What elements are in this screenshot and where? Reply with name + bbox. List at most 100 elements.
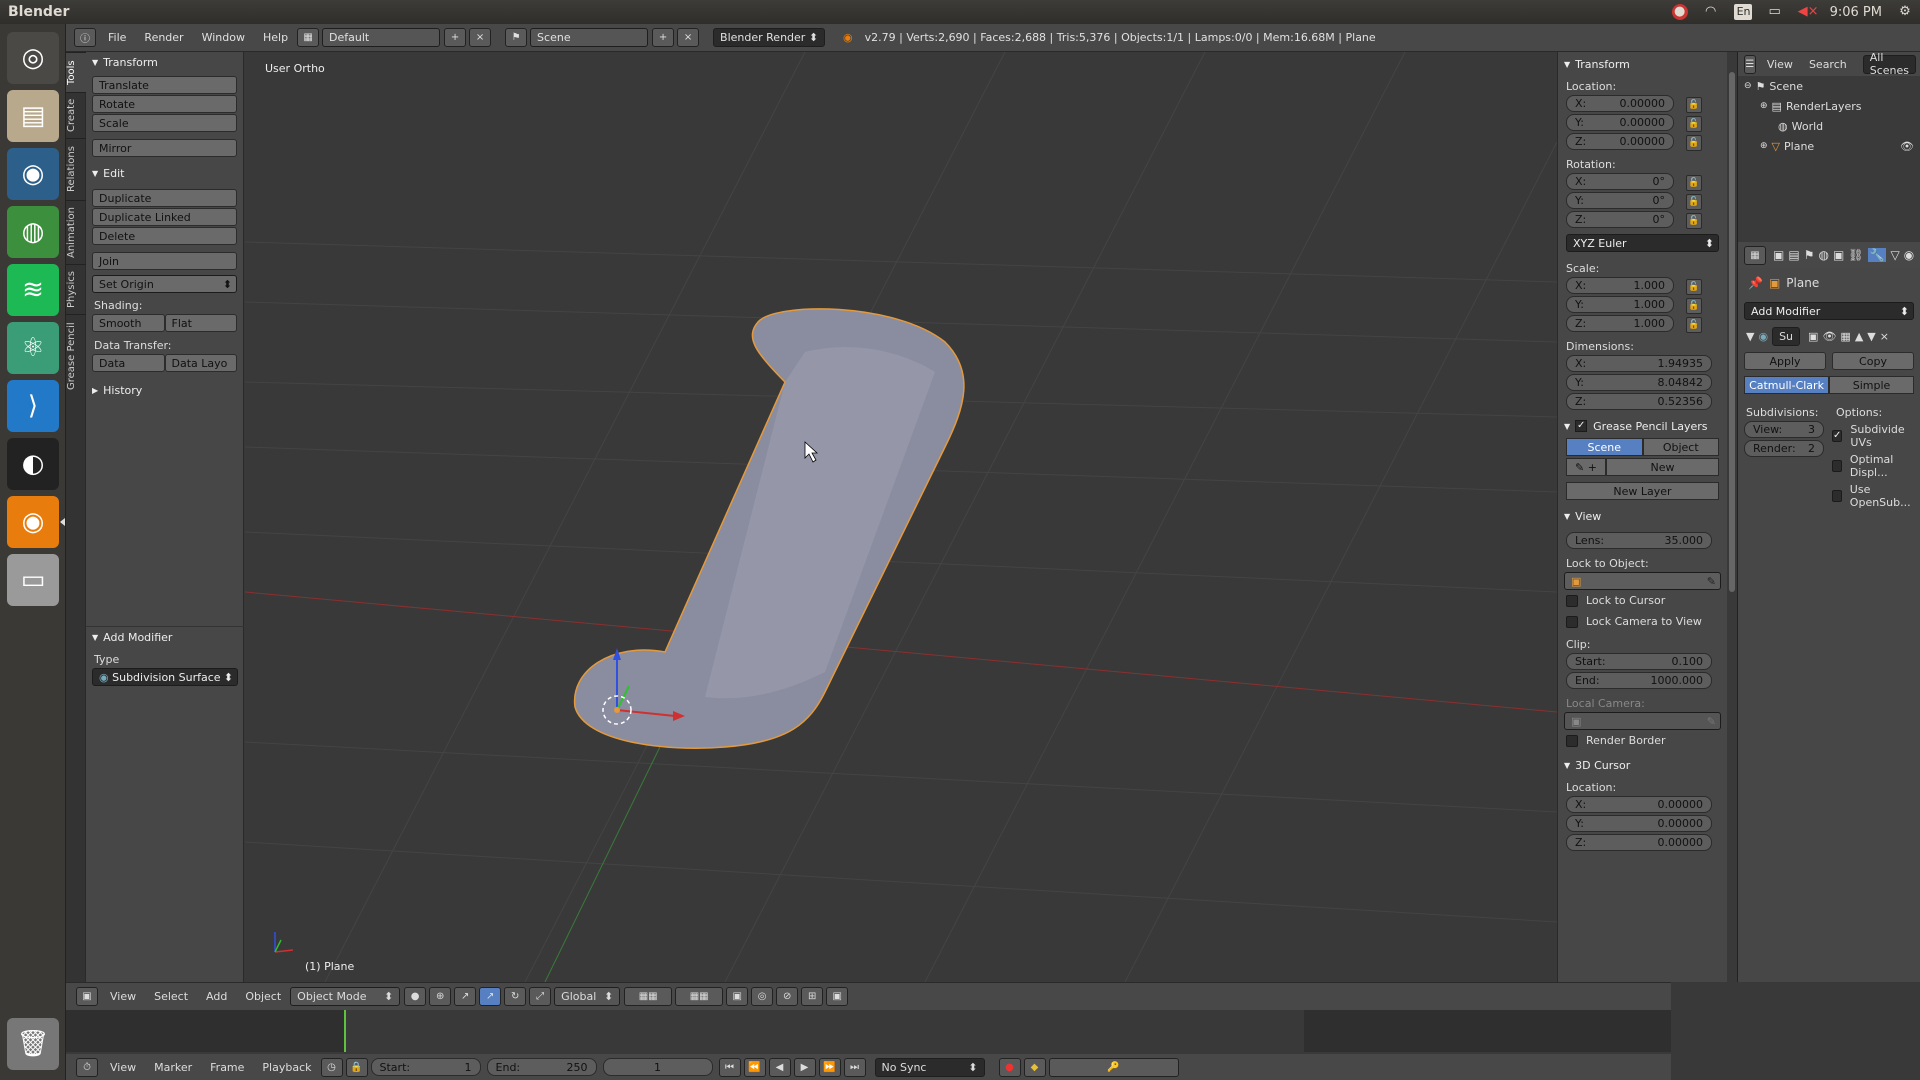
- chrome-dev-icon[interactable]: ●: [1671, 4, 1688, 20]
- keying-set-icon[interactable]: 🔑: [1048, 1057, 1179, 1077]
- lock-icon[interactable]: 🔓: [1686, 96, 1702, 113]
- spotify-icon[interactable]: ≋: [7, 264, 59, 316]
- render-toggle-icon[interactable]: ▣: [1808, 330, 1818, 343]
- add-menu[interactable]: Add: [197, 990, 236, 1003]
- outliner-item-world[interactable]: ◍ World: [1738, 116, 1920, 136]
- lens-field[interactable]: Lens: 35.000: [1566, 532, 1712, 549]
- lock-icon[interactable]: 🔓: [1686, 212, 1702, 229]
- snap-icon[interactable]: ⊘: [776, 987, 799, 1006]
- lock-to-cursor-checkbox[interactable]: Lock to Cursor: [1558, 590, 1727, 611]
- next-key-icon[interactable]: ⏩: [818, 1057, 841, 1077]
- collapse-icon[interactable]: ▼: [1746, 330, 1754, 343]
- wifi-icon[interactable]: ◠: [1702, 4, 1720, 20]
- lock-icon[interactable]: 🔓: [1686, 297, 1702, 314]
- scale-z-field[interactable]: Z: 1.000: [1566, 315, 1674, 332]
- blender-icon[interactable]: ◉: [7, 496, 59, 548]
- dimension-x-field[interactable]: X: 1.94935: [1566, 355, 1712, 372]
- lock-camera-to-view-checkbox[interactable]: Lock Camera to View: [1558, 611, 1727, 632]
- scene-selector[interactable]: Scene: [530, 28, 649, 47]
- scene-tab-icon[interactable]: ⚑: [1804, 248, 1815, 262]
- gp-object-button[interactable]: Object: [1642, 438, 1719, 456]
- layers-tab-icon[interactable]: ▤: [1788, 248, 1799, 262]
- lock-icon[interactable]: 🔓: [1686, 316, 1702, 333]
- lock-icon[interactable]: 🔓: [1686, 278, 1702, 295]
- material-tab-icon[interactable]: ◉: [1904, 248, 1914, 262]
- pin-icon[interactable]: 📌: [1748, 276, 1763, 290]
- dash-icon[interactable]: ◎: [7, 32, 59, 84]
- tl-view-menu[interactable]: View: [101, 1061, 145, 1074]
- copy-button[interactable]: Copy: [1832, 352, 1914, 370]
- rotation-x-field[interactable]: X: 0°: [1566, 173, 1674, 190]
- apply-button[interactable]: Apply: [1744, 352, 1826, 370]
- translate-manip-icon[interactable]: ↗: [479, 987, 502, 1006]
- sync-selector[interactable]: No Sync ⬍: [874, 1057, 985, 1077]
- select-menu[interactable]: Select: [145, 990, 197, 1003]
- add-layout-icon[interactable]: +: [444, 28, 467, 47]
- render-engine-selector[interactable]: Blender Render ⬍: [713, 28, 826, 47]
- tab-grease-pencil[interactable]: Grease Pencil: [66, 314, 86, 398]
- optimal-display-checkbox[interactable]: Optimal Displ...: [1828, 451, 1920, 481]
- clip-end-field[interactable]: End: 1000.000: [1566, 672, 1712, 689]
- rotation-mode-dropdown[interactable]: XYZ Euler ⬍: [1566, 234, 1719, 252]
- gear-icon[interactable]: ⚙: [1896, 4, 1914, 20]
- keyboard-layout[interactable]: En: [1733, 4, 1752, 20]
- gp-scene-button[interactable]: Scene: [1566, 438, 1643, 456]
- tab-create[interactable]: Create: [66, 92, 86, 138]
- grease-pencil-layers-header[interactable]: ▼ ✓ Grease Pencil Layers: [1558, 416, 1727, 436]
- remove-scene-icon[interactable]: ×: [677, 28, 700, 47]
- cursor-x-field[interactable]: X: 0.00000: [1566, 796, 1712, 813]
- simple-button[interactable]: Simple: [1829, 376, 1914, 394]
- outliner-item-plane[interactable]: ⊕ ▽ Plane 👁: [1738, 136, 1920, 156]
- editor-type-icon[interactable]: ⓘ: [74, 28, 96, 47]
- tl-playback-menu[interactable]: Playback: [253, 1061, 320, 1074]
- move-up-icon[interactable]: ▲: [1855, 330, 1863, 343]
- mode-selector[interactable]: Object Mode ⬍: [290, 987, 401, 1006]
- gp-new-button[interactable]: New: [1606, 458, 1719, 476]
- shading-icon[interactable]: ●: [404, 987, 427, 1006]
- rotate-button[interactable]: Rotate: [92, 95, 237, 113]
- outliner-item-scene[interactable]: ⊖ ⚑ Scene: [1738, 76, 1920, 96]
- add-scene-icon[interactable]: +: [652, 28, 675, 47]
- eyedropper-icon[interactable]: ✎: [1707, 575, 1716, 588]
- rotation-z-field[interactable]: Z: 0°: [1566, 211, 1674, 228]
- mirror-button[interactable]: Mirror: [92, 139, 237, 157]
- location-y-field[interactable]: Y: 0.00000: [1566, 114, 1674, 131]
- scale-button[interactable]: Scale: [92, 114, 237, 132]
- lock-layers-icon[interactable]: ▣: [726, 987, 749, 1006]
- orientation-selector[interactable]: Global ⬍: [554, 987, 621, 1006]
- clock[interactable]: 9:06 PM: [1830, 5, 1882, 20]
- object-tab-icon[interactable]: ▣: [1833, 248, 1844, 262]
- layers-icon[interactable]: ▦▦: [624, 987, 673, 1006]
- scale-x-field[interactable]: X: 1.000: [1566, 277, 1674, 294]
- lock-icon[interactable]: 🔓: [1686, 174, 1702, 191]
- subdivide-uvs-checkbox[interactable]: ✓ Subdivide UVs: [1828, 421, 1920, 451]
- menu-render[interactable]: Render: [135, 31, 192, 44]
- n-transform-header[interactable]: ▼ Transform: [1558, 54, 1727, 74]
- tl-frame-menu[interactable]: Frame: [201, 1061, 253, 1074]
- outliner-search-menu[interactable]: Search: [1809, 58, 1847, 71]
- view-menu[interactable]: View: [101, 990, 145, 1003]
- proportional-icon[interactable]: ◎: [751, 987, 774, 1006]
- add-modifier-panel-header[interactable]: ▼ Add Modifier: [86, 627, 244, 647]
- tab-animation[interactable]: Animation: [66, 200, 86, 264]
- view-panel-header[interactable]: ▼ View: [1558, 506, 1727, 526]
- playhead[interactable]: [344, 1010, 346, 1052]
- modifier-name-field[interactable]: Su: [1772, 326, 1801, 346]
- dimension-z-field[interactable]: Z: 0.52356: [1566, 393, 1712, 410]
- menu-help[interactable]: Help: [254, 31, 297, 44]
- data-button[interactable]: Data: [92, 354, 165, 372]
- duplicate-linked-button[interactable]: Duplicate Linked: [92, 208, 237, 226]
- end-frame-field[interactable]: End: 250: [486, 1058, 597, 1076]
- remove-layout-icon[interactable]: ×: [469, 28, 492, 47]
- chrome-icon[interactable]: ◍: [7, 206, 59, 258]
- remove-modifier-icon[interactable]: ×: [1880, 330, 1889, 343]
- view-levels-field[interactable]: View: 3: [1744, 421, 1824, 438]
- jump-end-icon[interactable]: ⏭: [843, 1057, 866, 1077]
- add-modifier-dropdown[interactable]: Add Modifier ⬍: [1744, 302, 1914, 320]
- layers2-icon[interactable]: ▦▦: [675, 987, 724, 1006]
- modifier-type-dropdown[interactable]: ◉ Subdivision Surface ⬍: [92, 668, 238, 686]
- clip-start-field[interactable]: Start: 0.100: [1566, 653, 1712, 670]
- editor-type-icon[interactable]: ⏱: [76, 1057, 98, 1077]
- lock-icon[interactable]: 🔓: [1686, 115, 1702, 132]
- snap-target-icon[interactable]: ⊞: [801, 987, 824, 1006]
